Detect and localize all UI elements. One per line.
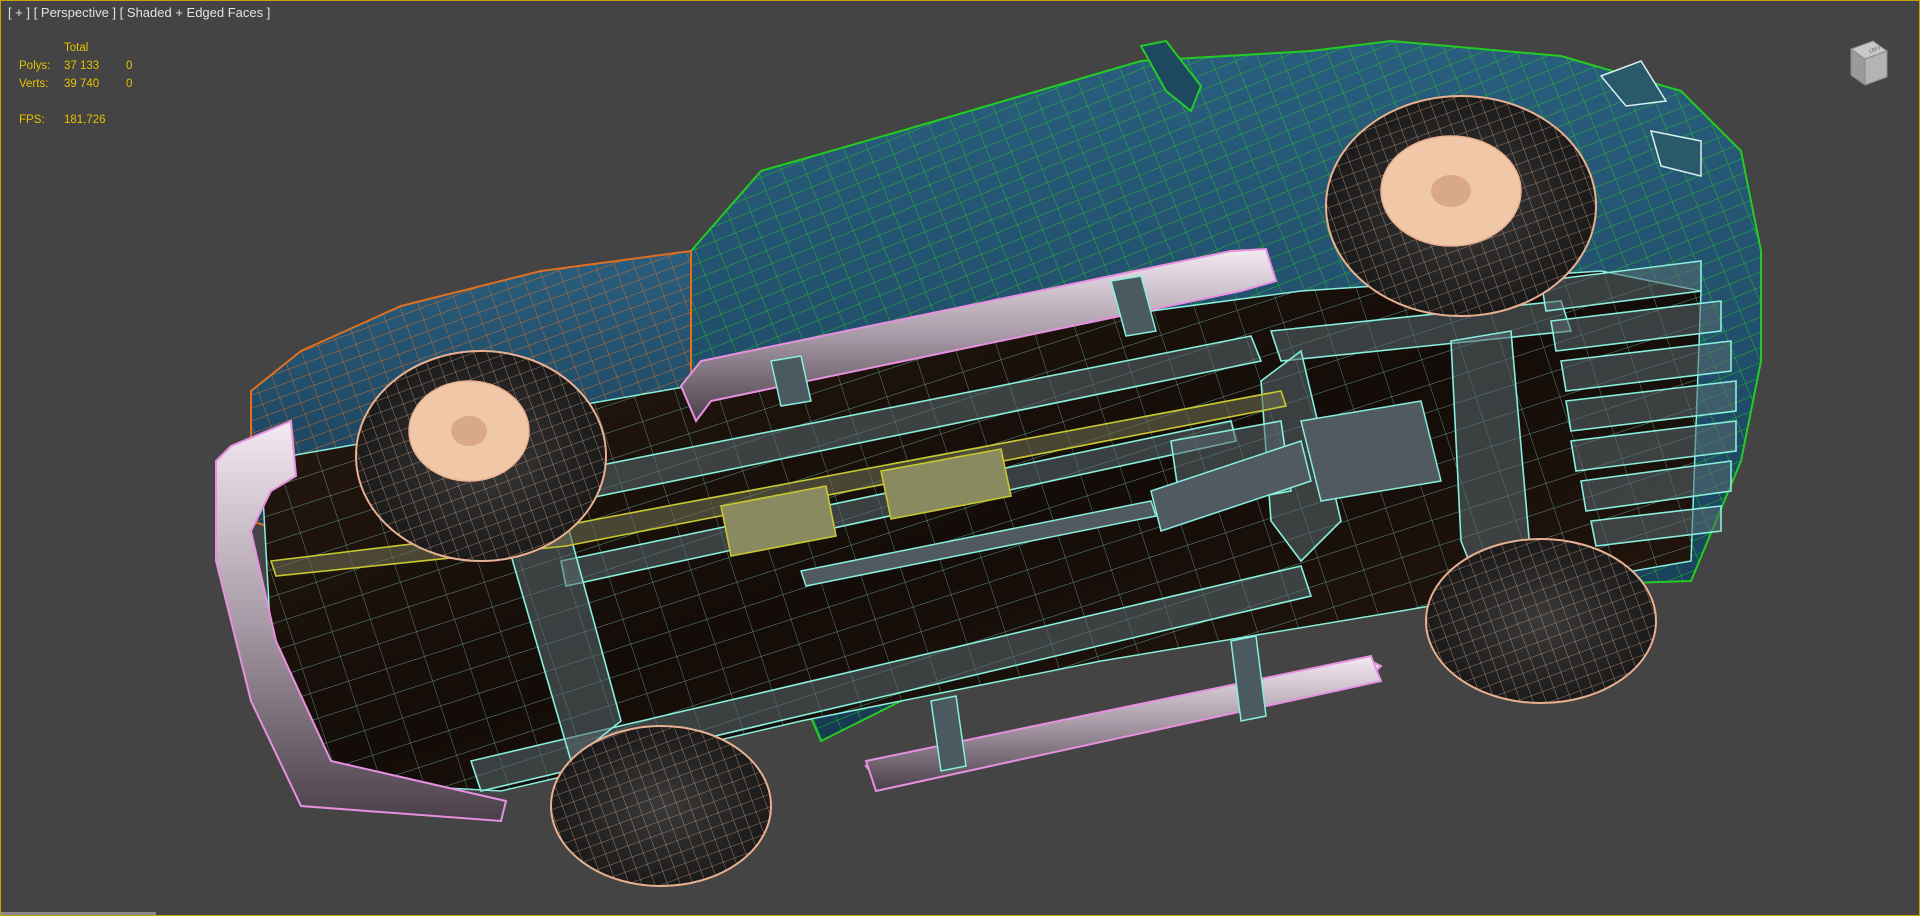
verts-label: Verts: [19, 78, 49, 90]
fps-label: FPS: [19, 114, 45, 126]
statistics-overlay: Total Polys: 37 133 0 Verts: 39 740 0 FP… [19, 39, 156, 129]
verts-selected-value: 0 [126, 78, 133, 90]
wheel-front-right [550, 725, 772, 887]
viewport-label: [ + ] [ Perspective ] [ Shaded + Edged F… [8, 5, 270, 20]
viewcube-icon[interactable]: LEFT [1843, 37, 1891, 89]
stats-header-total: Total [64, 42, 89, 54]
viewport-menu-button[interactable]: [ + ] [8, 5, 30, 20]
stats-fps-row: FPS: 181,726 [19, 111, 156, 129]
wheel-rear-left [1325, 95, 1597, 317]
shading-mode-menu[interactable]: [ Shaded + Edged Faces ] [120, 5, 271, 20]
status-strip [1, 912, 156, 915]
polys-label: Polys: [19, 60, 51, 72]
wheel-front-left [355, 350, 607, 562]
verts-total-value: 39 740 [64, 78, 100, 90]
polys-selected-value: 0 [126, 60, 133, 72]
view-name-menu[interactable]: [ Perspective ] [34, 5, 116, 20]
stats-verts-row: Verts: 39 740 0 [19, 75, 156, 93]
stats-polys-row: Polys: 37 133 0 [19, 57, 156, 75]
polys-total-value: 37 133 [64, 60, 100, 72]
perspective-viewport[interactable]: [ + ] [ Perspective ] [ Shaded + Edged F… [0, 0, 1920, 916]
wheel-rear-right [1425, 538, 1657, 704]
car-model-render[interactable] [1, 1, 1920, 916]
stats-header-row: Total [19, 39, 156, 57]
fps-value: 181,726 [64, 114, 106, 126]
